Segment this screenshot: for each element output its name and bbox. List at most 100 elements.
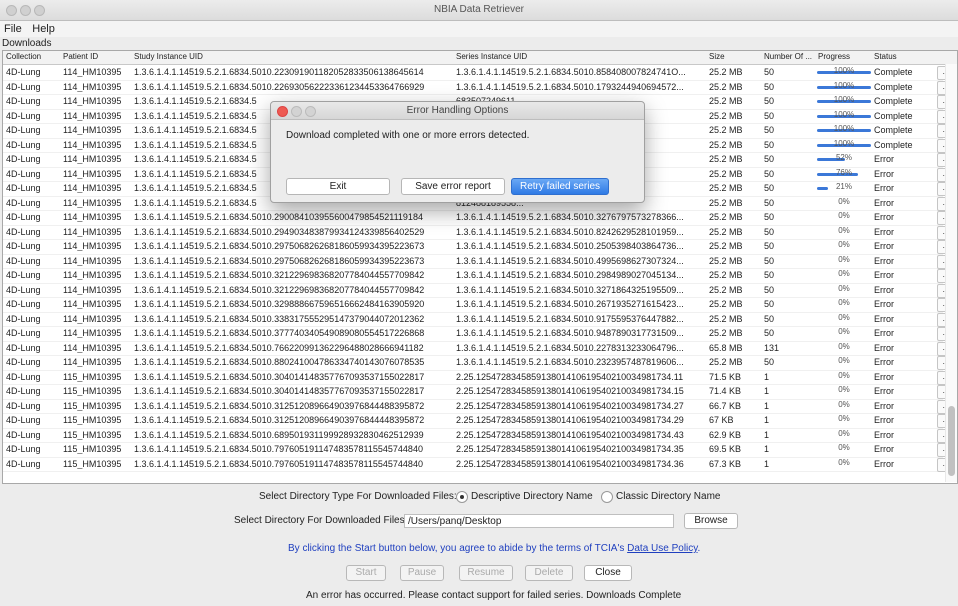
radio-classic-label[interactable]: Classic Directory Name (616, 491, 720, 502)
column-header-collection[interactable]: Collection (6, 52, 41, 61)
progress-percent: 0% (838, 341, 850, 351)
dialog-message: Download completed with one or more erro… (286, 130, 530, 141)
table-row[interactable]: 4D-Lung 114_HM10395 1.3.6.1.4.1.14519.5.2.… (3, 210, 955, 226)
progress-bar: 0% (817, 385, 871, 395)
radio-classic-directory[interactable] (601, 491, 613, 503)
cell-collection: 4D-Lung (6, 154, 41, 164)
table-row[interactable]: 4D-Lung 114_HM10395 1.3.6.1.4.1.14519.5.2.… (3, 355, 955, 371)
table-row[interactable]: 4D-Lung 114_HM10395 1.3.6.1.4.1.14519.5.2.… (3, 312, 955, 327)
cell-patient-id: 114_HM10395 (63, 226, 122, 237)
delete-button[interactable]: Delete (525, 565, 573, 581)
cell-status: Error (874, 342, 894, 353)
table-row[interactable]: 4D-Lung 114_HM10395 1.3.6.1.4.1.14519.5.2.… (3, 254, 955, 269)
cell-patient-id: 114_HM10395 (63, 357, 122, 367)
cell-size: 25.2 MB (709, 139, 743, 150)
column-header-number[interactable]: Number Of ... (764, 52, 812, 61)
exit-button[interactable]: Exit (286, 178, 390, 195)
table-row[interactable]: 4D-Lung 114_HM10395 1.3.6.1.4.1.14519.5.2.… (3, 297, 955, 313)
cell-patient-id: 114_HM10395 (63, 110, 122, 121)
table-row[interactable]: 4D-Lung 115_HM10395 1.3.6.1.4.1.14519.5.2.… (3, 399, 955, 414)
resume-button[interactable]: Resume (459, 565, 513, 581)
progress-percent: 0% (838, 414, 850, 423)
column-header-status[interactable]: Status (874, 52, 897, 61)
cell-number: 50 (764, 270, 775, 280)
menu-help[interactable]: Help (28, 21, 59, 35)
cell-number: 50 (764, 255, 775, 266)
progress-bar: 100% (817, 95, 871, 105)
cell-number: 50 (764, 197, 775, 208)
cell-collection: 4D-Lung (6, 357, 41, 367)
progress-percent: 0% (838, 428, 850, 438)
progress-bar: 0% (817, 313, 871, 323)
progress-bar: 0% (817, 341, 871, 352)
table-row[interactable]: 4D-Lung 115_HM10395 1.3.6.1.4.1.14519.5.2.… (3, 428, 955, 443)
cell-series-uid: 1.3.6.1.4.1.14519.5.2.1.6834.5010.948789… (456, 328, 684, 338)
start-button[interactable]: Start (346, 565, 386, 581)
radio-descriptive-label[interactable]: Descriptive Directory Name (471, 491, 593, 502)
cell-status: Error (874, 357, 894, 367)
retry-failed-series-button[interactable]: Retry failed series (511, 178, 609, 195)
column-header-progress[interactable]: Progress (818, 52, 850, 61)
cell-series-uid: 1.3.6.1.4.1.14519.5.2.1.6834.5010.327679… (456, 212, 684, 222)
menu-bar: File Help (0, 21, 958, 37)
cell-study-uid: 1.3.6.1.4.1.14519.5.2.1.6834.5010.297506… (134, 255, 425, 266)
radio-descriptive-directory[interactable] (456, 491, 468, 503)
cell-study-uid: 1.3.6.1.4.1.14519.5.2.1.6834.5010.689501… (134, 429, 424, 440)
terms-text: By clicking the Start button below, you … (288, 543, 700, 554)
table-row[interactable]: 4D-Lung 114_HM10395 1.3.6.1.4.1.14519.5.2.… (3, 326, 955, 342)
cell-status: Error (874, 255, 894, 266)
cell-size: 25.2 MB (709, 270, 743, 280)
cell-patient-id: 114_HM10395 (63, 168, 122, 179)
browse-button[interactable]: Browse (684, 513, 738, 529)
cell-series-uid: 1.3.6.1.4.1.14519.5.2.1.6834.5010.227831… (456, 342, 684, 353)
cell-patient-id: 114_HM10395 (63, 96, 122, 106)
cell-size: 25.2 MB (709, 168, 743, 179)
table-row[interactable]: 4D-Lung 114_HM10395 1.3.6.1.4.1.14519.5.2.… (3, 341, 955, 356)
table-row[interactable]: 4D-Lung 114_HM10395 1.3.6.1.4.1.14519.5.2.… (3, 80, 955, 95)
progress-bar: 0% (817, 284, 871, 294)
data-use-policy-link[interactable]: Data Use Policy (627, 543, 697, 554)
cell-number: 50 (764, 299, 775, 309)
cell-size: 25.2 MB (709, 284, 743, 295)
close-button[interactable]: Close (584, 565, 632, 581)
column-header-size[interactable]: Size (709, 52, 725, 61)
progress-bar: 0% (817, 428, 871, 439)
cell-number: 50 (764, 328, 775, 338)
pause-button[interactable]: Pause (400, 565, 444, 581)
cell-study-uid: 1.3.6.1.4.1.14519.5.2.1.6834.5010.880241… (134, 357, 425, 367)
progress-bar: 0% (817, 269, 871, 279)
cell-patient-id: 115_HM10395 (63, 429, 122, 440)
column-header-series-uid[interactable]: Series Instance UID (456, 52, 527, 61)
table-row[interactable]: 4D-Lung 114_HM10395 1.3.6.1.4.1.14519.5.2.… (3, 225, 955, 240)
cell-patient-id: 114_HM10395 (63, 313, 122, 324)
progress-bar: 0% (817, 226, 871, 236)
dir-label: Select Directory For Downloaded Files: (234, 515, 408, 526)
table-row[interactable]: 4D-Lung 115_HM10395 1.3.6.1.4.1.14519.5.2.… (3, 442, 955, 458)
cell-study-uid: 1.3.6.1.4.1.14519.5.2.1.6834.5010.797605… (134, 444, 423, 454)
column-header-patient-id[interactable]: Patient ID (63, 52, 98, 61)
table-row[interactable]: 4D-Lung 114_HM10395 1.3.6.1.4.1.14519.5.2.… (3, 65, 955, 81)
column-header-study-uid[interactable]: Study Instance UID (134, 52, 203, 61)
table-scrollbar[interactable] (945, 64, 957, 482)
cell-number: 50 (764, 226, 775, 237)
cell-number: 1 (764, 415, 770, 425)
cell-collection: 4D-Lung (6, 212, 41, 222)
progress-percent: 0% (838, 370, 850, 380)
table-row[interactable]: 4D-Lung 115_HM10395 1.3.6.1.4.1.14519.5.2.… (3, 457, 955, 472)
cell-size: 62.9 KB (709, 429, 742, 440)
table-row[interactable]: 4D-Lung 115_HM10395 1.3.6.1.4.1.14519.5.2.… (3, 384, 955, 400)
cell-size: 25.2 MB (709, 241, 743, 251)
table-row[interactable]: 4D-Lung 115_HM10395 1.3.6.1.4.1.14519.5.2.… (3, 413, 955, 429)
progress-bar: 100% (817, 139, 871, 149)
table-row[interactable]: 4D-Lung 114_HM10395 1.3.6.1.4.1.14519.5.2.… (3, 239, 955, 255)
menu-file[interactable]: File (0, 21, 26, 35)
table-scrollbar-thumb[interactable] (948, 406, 955, 476)
directory-input[interactable]: /Users/panq/Desktop (404, 514, 674, 528)
table-row[interactable]: 4D-Lung 114_HM10395 1.3.6.1.4.1.14519.5.2.… (3, 283, 955, 298)
table-row[interactable]: 4D-Lung 115_HM10395 1.3.6.1.4.1.14519.5.2.… (3, 370, 955, 385)
table-row[interactable]: 4D-Lung 114_HM10395 1.3.6.1.4.1.14519.5.2.… (3, 268, 955, 284)
cell-series-uid: 1.3.6.1.4.1.14519.5.2.1.6834.5010.232395… (456, 357, 684, 367)
table-header: Collection Patient ID Study Instance UID… (3, 51, 957, 65)
cell-study-uid: 1.3.6.1.4.1.14519.5.2.1.6834.5010.377740… (134, 328, 425, 338)
save-error-report-button[interactable]: Save error report (401, 178, 505, 195)
